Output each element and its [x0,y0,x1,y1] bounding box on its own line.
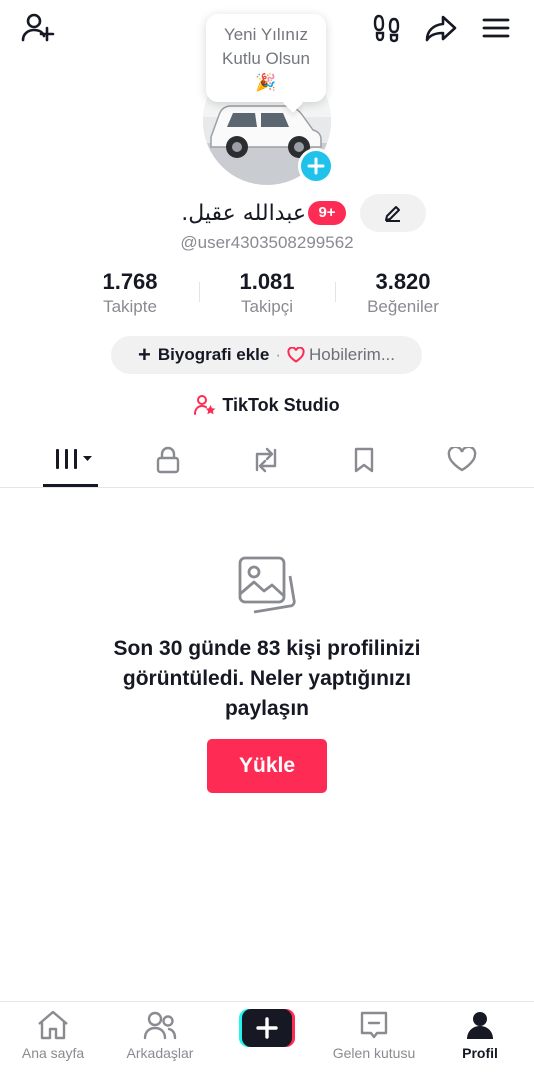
add-avatar-plus-icon[interactable] [298,148,334,184]
home-icon [38,1010,68,1040]
stat-following-label: Takipte [103,297,157,316]
edit-profile-button[interactable] [360,194,426,232]
bio-pill[interactable]: + Biyografi ekle · Hobilerim... [111,336,422,374]
heart-icon [447,447,477,472]
studio-person-star-icon [194,395,216,415]
nav-friends-label: Arkadaşlar [126,1045,194,1061]
profile-icon [467,1012,493,1039]
nav-item-profile[interactable]: Profil [427,1008,533,1068]
photos-icon [232,554,302,618]
repost-icon [255,447,277,473]
nav-home-label: Ana sayfa [21,1045,85,1061]
nav-item-friends[interactable]: Arkadaşlar [107,1008,213,1068]
nav-item-home[interactable]: Ana sayfa [0,1008,106,1068]
add-friend-icon[interactable] [18,10,58,46]
footprint-icon[interactable] [368,10,406,46]
create-button[interactable] [239,1009,295,1047]
empty-state-message: Son 30 günde 83 kişi profilinizi görüntü… [113,637,421,720]
tab-private[interactable] [133,440,203,480]
hobbies-label[interactable]: Hobilerim... [309,345,395,365]
status-bubble-text: Yeni Yılınız Kutlu Olsun 🎉 [222,25,310,92]
nav-profile-label: Profil [462,1045,498,1061]
tiktok-studio-label: TikTok Studio [222,394,340,415]
heart-outline-icon [287,347,305,363]
tiktok-studio-link[interactable]: TikTok Studio [0,392,534,418]
menu-icon[interactable] [476,10,516,46]
stat-followers-value: 1.081 [239,269,295,294]
bottom-nav-divider [0,1001,534,1002]
tab-favorites[interactable] [329,440,399,480]
notification-badge[interactable]: 9+ [308,201,346,225]
tab-videos[interactable] [40,440,110,480]
dropdown-caret-icon [83,456,92,461]
upload-button[interactable]: Yükle [207,739,327,793]
display-name: عبدالله عقيل. [181,201,306,226]
add-bio-label[interactable]: Biyografi ekle [158,345,270,365]
tab-liked[interactable] [427,440,497,480]
bio-separator: · [275,345,282,364]
inbox-icon [360,1011,388,1039]
stat-following-value: 1.768 [102,269,158,294]
share-icon[interactable] [420,10,462,46]
stat-likes-value: 3.820 [375,269,431,294]
stat-likes-label: Beğeniler [367,297,439,316]
stat-followers[interactable]: 1.081 Takipçi [197,268,337,318]
username: @user4303508299562 [180,233,354,252]
grid-videos-icon [56,449,92,469]
nav-inbox-label: Gelen kutusu [332,1045,416,1061]
stat-likes[interactable]: 3.820 Beğeniler [333,268,473,318]
stat-following[interactable]: 1.768 Takipte [60,268,200,318]
lock-icon [156,446,180,474]
friends-icon [143,1011,177,1040]
tab-reposts[interactable] [231,440,301,480]
stat-followers-label: Takipçi [241,297,293,316]
tabs-divider [0,487,534,488]
status-bubble[interactable]: Yeni Yılınız Kutlu Olsun 🎉 [206,14,326,102]
nav-item-inbox[interactable]: Gelen kutusu [321,1008,427,1068]
plus-icon: + [138,342,151,367]
bookmark-icon [354,447,374,473]
